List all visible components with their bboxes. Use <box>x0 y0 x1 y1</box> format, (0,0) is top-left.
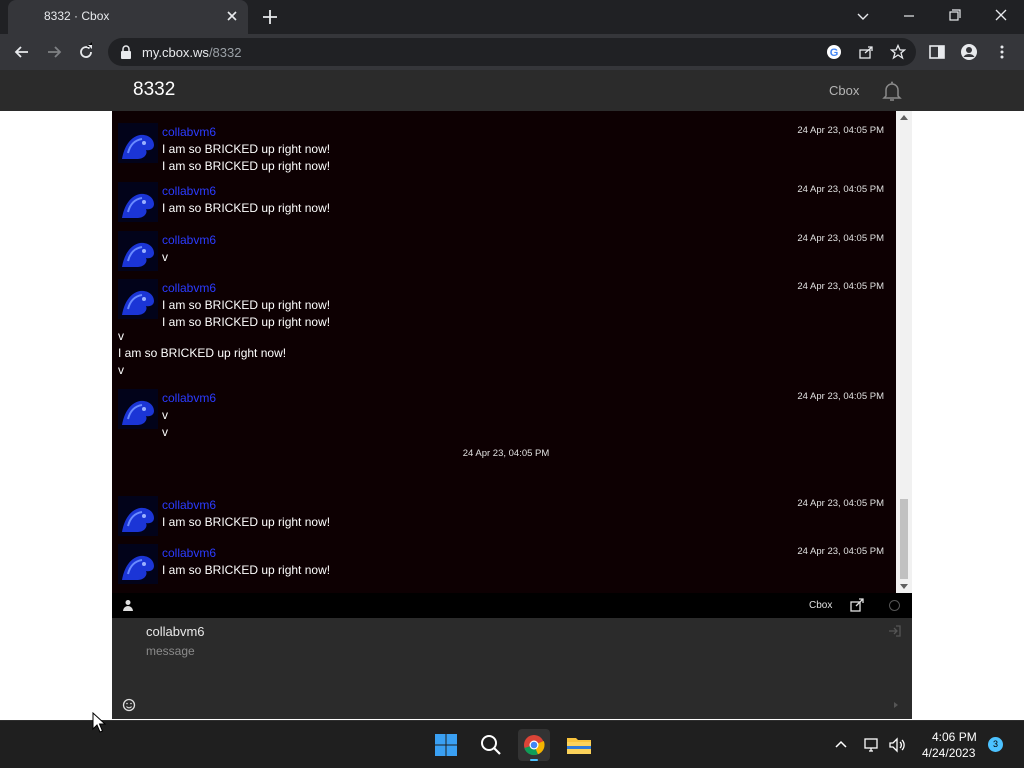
network-icon[interactable] <box>863 736 881 754</box>
url-path: /8332 <box>208 45 242 60</box>
message-username[interactable]: collabvm6 <box>162 498 216 512</box>
send-arrow-icon[interactable] <box>894 702 898 708</box>
browser-tab[interactable]: 8332 · Cbox <box>8 0 248 34</box>
login-icon[interactable] <box>888 624 902 638</box>
chrome-icon[interactable] <box>518 729 550 761</box>
avatar[interactable] <box>118 496 158 536</box>
chat-scrollbar[interactable] <box>896 111 912 593</box>
message-text: v <box>162 250 168 264</box>
name-field[interactable] <box>146 622 846 640</box>
message-timestamp: 24 Apr 23, 04:05 PM <box>797 184 884 195</box>
message-username[interactable]: collabvm6 <box>162 125 216 139</box>
back-icon[interactable] <box>12 42 32 62</box>
message-timestamp: 24 Apr 23, 04:05 PM <box>797 125 884 136</box>
profile-icon[interactable] <box>960 43 978 61</box>
message-username[interactable]: collabvm6 <box>162 233 216 247</box>
mouse-cursor-icon <box>92 712 106 733</box>
address-bar[interactable]: my.cbox.ws/8332 G <box>108 38 916 66</box>
user-icon[interactable] <box>122 599 134 611</box>
clock-date[interactable]: 4/24/2023 <box>922 746 975 760</box>
message-text: I am so BRICKED up right now! <box>118 346 287 360</box>
bookmark-star-icon[interactable] <box>890 44 906 60</box>
tab-title: 8332 · Cbox <box>44 9 110 23</box>
avatar[interactable] <box>118 389 158 429</box>
message-timestamp: 24 Apr 23, 04:05 PM <box>797 281 884 292</box>
page-title: 8332 <box>133 79 176 100</box>
notification-badge[interactable]: 3 <box>988 737 1003 752</box>
lock-icon[interactable] <box>120 45 132 59</box>
forward-icon[interactable] <box>44 42 64 62</box>
svg-text:G: G <box>830 47 839 59</box>
chevron-up-icon[interactable] <box>833 737 849 753</box>
new-tab-icon[interactable] <box>260 7 280 27</box>
avatar[interactable] <box>118 123 158 163</box>
url-text[interactable]: my.cbox.ws/8332 <box>142 45 241 60</box>
message-username[interactable]: collabvm6 <box>162 391 216 405</box>
chat-messages[interactable]: collabvm6 24 Apr 23, 04:05 PM I am so BRIC… <box>112 111 896 593</box>
file-explorer-icon[interactable] <box>563 729 595 761</box>
restore-icon[interactable] <box>944 6 966 26</box>
avatar[interactable] <box>118 231 158 271</box>
page-header: 8332 Cbox <box>0 70 1024 111</box>
popout-icon[interactable] <box>850 598 864 612</box>
message-text: I am so BRICKED up right now! <box>162 159 331 173</box>
message-text: I am so BRICKED up right now! <box>162 563 331 577</box>
scroll-up-arrow-icon[interactable] <box>900 115 908 120</box>
message-text: v <box>118 363 124 377</box>
message-timestamp: 24 Apr 23, 04:05 PM <box>797 546 884 557</box>
clock-time[interactable]: 4:06 PM <box>932 730 977 744</box>
connection-status-icon <box>889 600 900 611</box>
message-text: v <box>118 329 124 343</box>
tab-search-icon[interactable] <box>852 6 874 26</box>
tab-close-icon[interactable] <box>224 8 240 24</box>
minimize-icon[interactable] <box>898 6 920 26</box>
share-icon[interactable] <box>858 44 874 60</box>
compose-area <box>112 618 912 719</box>
close-window-icon[interactable] <box>990 6 1012 26</box>
system-timestamp: 24 Apr 23, 04:05 PM <box>462 448 550 459</box>
message-text: v <box>162 425 168 439</box>
search-icon[interactable] <box>475 729 507 761</box>
message-text: v <box>162 408 168 422</box>
volume-icon[interactable] <box>888 736 906 754</box>
menu-kebab-icon[interactable] <box>993 43 1011 61</box>
scroll-down-arrow-icon[interactable] <box>900 584 908 589</box>
message-username[interactable]: collabvm6 <box>162 184 216 198</box>
url-host: my.cbox.ws <box>142 45 209 60</box>
message-text: I am so BRICKED up right now! <box>162 315 331 329</box>
message-text: I am so BRICKED up right now! <box>162 142 331 156</box>
message-username[interactable]: collabvm6 <box>162 546 216 560</box>
message-text: I am so BRICKED up right now! <box>162 515 331 529</box>
cbox-link[interactable]: Cbox <box>829 83 859 98</box>
cbox-footer-link[interactable]: Cbox <box>809 600 832 611</box>
message-timestamp: 24 Apr 23, 04:05 PM <box>797 498 884 509</box>
side-panel-icon[interactable] <box>928 43 946 61</box>
message-text: I am so BRICKED up right now! <box>162 201 331 215</box>
bell-icon[interactable] <box>880 79 904 103</box>
browser-tab-bar: 8332 · Cbox <box>0 0 1024 34</box>
emoji-icon[interactable] <box>122 698 136 712</box>
avatar[interactable] <box>118 182 158 222</box>
message-input[interactable] <box>146 644 886 684</box>
message-timestamp: 24 Apr 23, 04:05 PM <box>797 233 884 244</box>
google-icon[interactable]: G <box>826 44 842 60</box>
avatar[interactable] <box>118 279 158 319</box>
reload-icon[interactable] <box>76 42 96 62</box>
windows-start-icon[interactable] <box>430 729 462 761</box>
windows-taskbar: 4:06 PM 4/24/2023 3 <box>0 720 1024 768</box>
message-timestamp: 24 Apr 23, 04:05 PM <box>797 391 884 402</box>
browser-toolbar: my.cbox.ws/8332 G <box>0 34 1024 70</box>
avatar[interactable] <box>118 544 158 584</box>
message-text: I am so BRICKED up right now! <box>162 298 331 312</box>
scroll-thumb[interactable] <box>900 499 908 579</box>
chat-footer: Cbox <box>112 593 912 618</box>
message-username[interactable]: collabvm6 <box>162 281 216 295</box>
